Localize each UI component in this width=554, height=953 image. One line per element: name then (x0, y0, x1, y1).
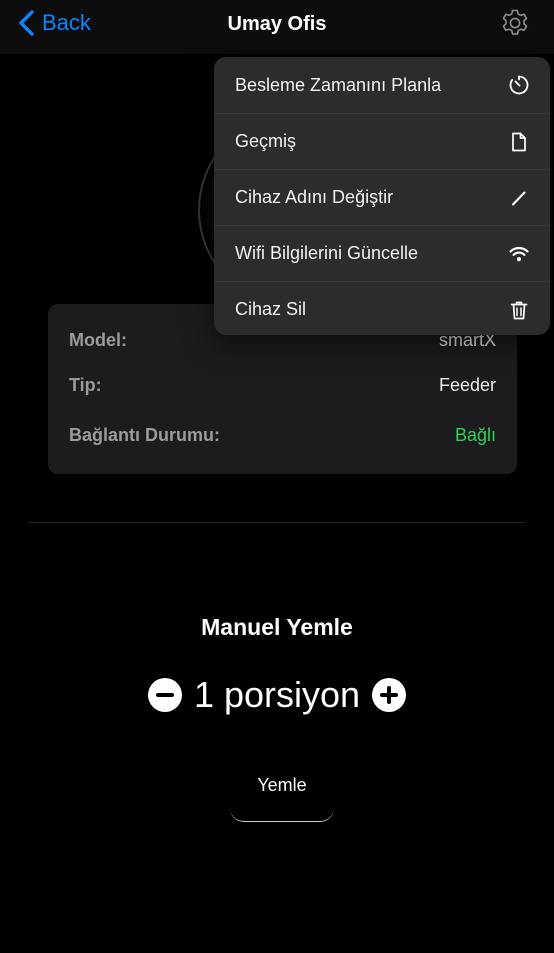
menu-item-label: Cihaz Sil (235, 299, 307, 319)
menu-item-history[interactable]: Geçmiş (214, 113, 550, 169)
page-title: Umay Ofis (227, 13, 327, 35)
status-value: Bağlı (454, 425, 496, 445)
menu-item-label: Cihaz Adını Değiştir (235, 187, 394, 207)
menu-item-delete-device[interactable]: Cihaz Sil (214, 281, 550, 335)
document-icon (512, 132, 526, 151)
decrease-button[interactable] (147, 678, 182, 712)
plus-icon-vertical (387, 686, 392, 704)
context-menu: Besleme Zamanını Planla Geçmiş Cihaz Adı… (214, 57, 550, 335)
type-value: Feeder (438, 375, 496, 395)
menu-item-label: Wifi Bilgilerini Güncelle (235, 243, 419, 263)
divider (28, 522, 526, 523)
manual-feed-title: Manuel Yemle (201, 614, 353, 640)
feed-button[interactable]: Yemle (230, 770, 334, 822)
portion-stepper: 1 porsiyon (0, 674, 554, 716)
minus-icon (155, 693, 174, 697)
type-row: Tip: Feeder (69, 375, 496, 396)
menu-item-update-wifi[interactable]: Wifi Bilgilerini Güncelle (214, 225, 550, 281)
model-label: Model: (69, 330, 127, 350)
navigation-bar: Back Umay Ofis (0, 0, 554, 54)
timer-icon (509, 75, 529, 95)
increase-button[interactable] (372, 678, 407, 712)
menu-item-label: Besleme Zamanını Planla (235, 74, 442, 95)
menu-item-schedule-feeding[interactable]: Besleme Zamanını Planla (214, 57, 550, 113)
status-row: Bağlantı Durumu: Bağlı (69, 425, 496, 446)
pencil-icon (512, 191, 526, 205)
menu-item-rename-device[interactable]: Cihaz Adını Değiştir (214, 169, 550, 225)
type-label: Tip: (69, 375, 102, 395)
wifi-icon (509, 246, 529, 261)
status-label: Bağlantı Durumu: (69, 425, 220, 445)
gear-icon[interactable] (500, 8, 530, 38)
trash-icon (510, 301, 528, 319)
menu-item-label: Geçmiş (235, 131, 297, 151)
portion-value: 1 porsiyon (193, 674, 361, 715)
